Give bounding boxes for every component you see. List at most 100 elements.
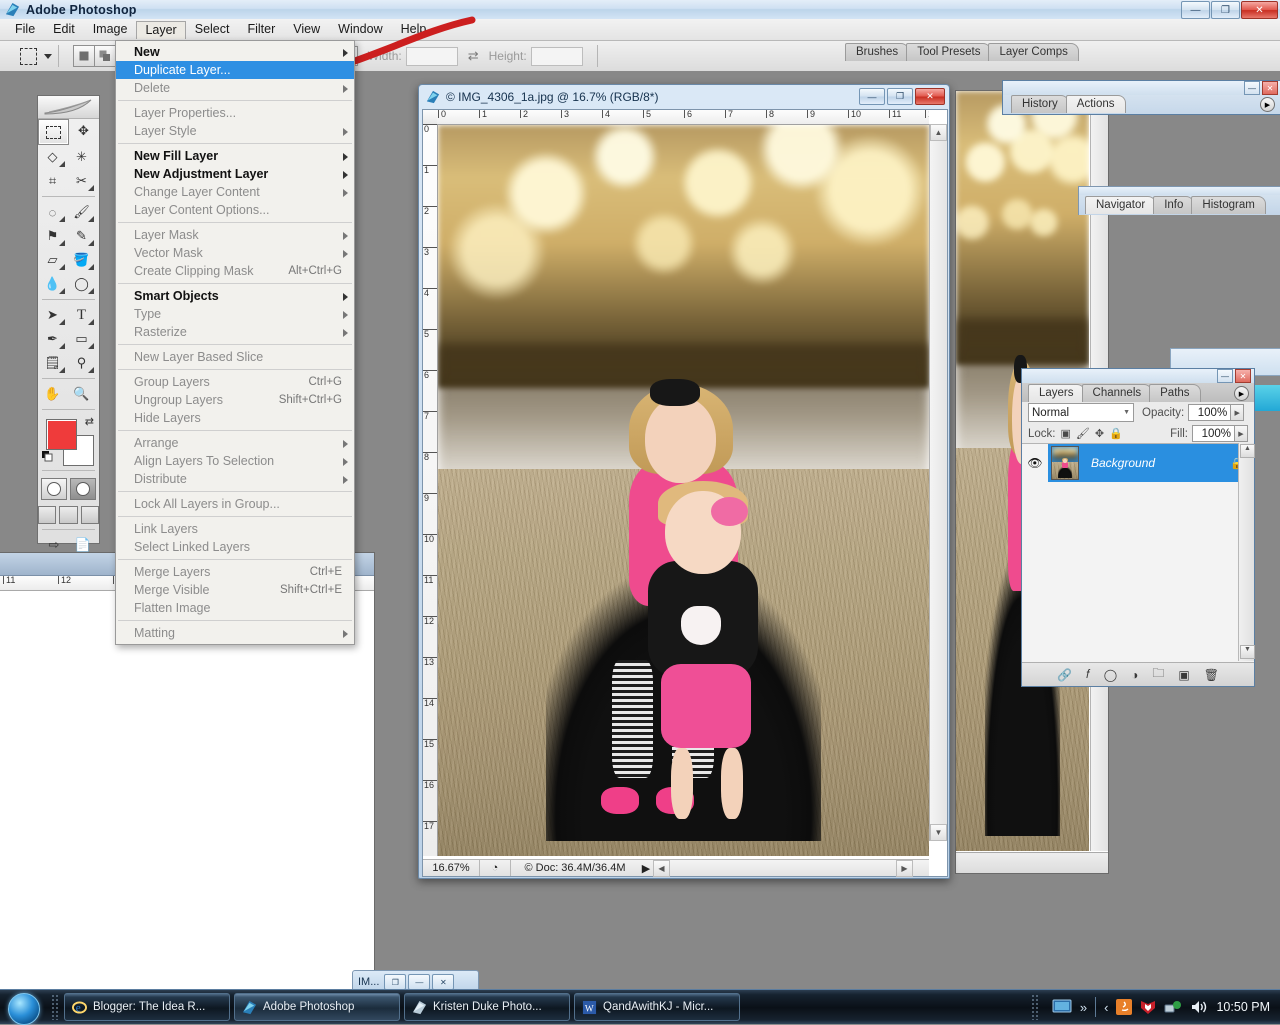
start-orb-icon[interactable]	[2, 992, 46, 1022]
scroll-up-arrow-icon[interactable]: ▲	[930, 124, 947, 141]
notes-icon[interactable]: 🗒	[38, 351, 67, 375]
hand-icon[interactable]: ✋	[38, 382, 67, 406]
taskbar-button-kristen-duke[interactable]: Kristen Duke Photo...	[404, 993, 570, 1021]
blend-mode-select[interactable]: Normal ▼	[1028, 403, 1134, 422]
width-input[interactable]	[406, 47, 458, 66]
layer-name[interactable]: Background	[1079, 456, 1230, 470]
menu-item-distribute[interactable]: Distribute	[116, 470, 354, 488]
scroll-left-arrow-icon[interactable]: ◀	[653, 860, 670, 877]
menu-item-create-clipping-mask[interactable]: Create Clipping Mask Alt+Ctrl+G	[116, 262, 354, 280]
menu-item-hide-layers[interactable]: Hide Layers	[116, 409, 354, 427]
tab-layer-comps[interactable]: Layer Comps	[988, 43, 1078, 61]
tab-info[interactable]: Info	[1153, 196, 1194, 214]
edit-in-imageready-icon[interactable]: ⇨	[40, 533, 69, 557]
add-to-selection-button[interactable]	[94, 45, 116, 67]
menu-item-flatten-image[interactable]: Flatten Image	[116, 599, 354, 617]
document-titlebar[interactable]: © IMG_4306_1a.jpg @ 16.7% (RGB/8*) — ❐ ✕	[419, 85, 949, 108]
link-layers-icon[interactable]: 🔗	[1057, 668, 1072, 682]
menu-item-layer-content-options[interactable]: Layer Content Options...	[116, 201, 354, 219]
menu-item-align-layers-to-selection[interactable]: Align Layers To Selection	[116, 452, 354, 470]
crop-icon[interactable]: ⌗	[38, 169, 67, 193]
layer-style-icon[interactable]: 𝑓	[1086, 667, 1090, 682]
network-icon[interactable]	[1164, 999, 1182, 1015]
shape-icon[interactable]: ▭	[67, 327, 96, 351]
taskbar-grip[interactable]	[51, 994, 59, 1020]
eyedropper-icon[interactable]: ⚲	[67, 351, 96, 375]
opacity-value[interactable]: 100%	[1188, 404, 1231, 421]
show-desktop-icon[interactable]	[1052, 999, 1072, 1015]
menu-item-duplicate-layer[interactable]: Duplicate Layer...	[116, 61, 354, 79]
history-brush-icon[interactable]: ✎	[67, 224, 96, 248]
rectangular-marquee-icon[interactable]	[20, 48, 37, 65]
tab-history[interactable]: History	[1011, 95, 1069, 113]
image-canvas[interactable]	[438, 125, 929, 856]
status-menu-arrow-icon[interactable]: ▶	[639, 862, 653, 875]
menu-item-type[interactable]: Type	[116, 305, 354, 323]
scroll-up-arrow-icon[interactable]: ▲	[1240, 444, 1255, 458]
tab-paths[interactable]: Paths	[1149, 384, 1200, 402]
menu-item-change-layer-content[interactable]: Change Layer Content	[116, 183, 354, 201]
taskbar-button-blogger[interactable]: e Blogger: The Idea R...	[64, 993, 230, 1021]
scroll-down-arrow-icon[interactable]: ▼	[1240, 645, 1255, 659]
lasso-icon[interactable]: ◇	[38, 145, 67, 169]
minimized-doc-restore-button[interactable]: ❐	[384, 974, 406, 990]
menu-edit[interactable]: Edit	[44, 20, 84, 39]
document-close-button[interactable]: ✕	[915, 88, 945, 105]
menu-view[interactable]: View	[284, 20, 329, 39]
tray-back-icon[interactable]: ‹	[1104, 1000, 1108, 1015]
new-layer-icon[interactable]: ▣	[1178, 668, 1189, 682]
magic-wand-icon[interactable]: ✳	[67, 145, 96, 169]
menu-item-merge-layers[interactable]: Merge Layers Ctrl+E	[116, 563, 354, 581]
delete-layer-icon[interactable]: 🗑	[1204, 668, 1219, 682]
clone-stamp-icon[interactable]: ⚑	[38, 224, 67, 248]
tool-preset-chevron-down-icon[interactable]	[44, 54, 52, 59]
tab-navigator[interactable]: Navigator	[1085, 196, 1156, 214]
ruler-origin-corner[interactable]	[423, 110, 438, 125]
zoom-level-value[interactable]: 16.67%	[423, 860, 480, 876]
layers-panel-close-button[interactable]: ✕	[1235, 369, 1251, 383]
menu-file[interactable]: File	[6, 20, 44, 39]
tab-channels[interactable]: Channels	[1082, 384, 1153, 402]
lock-image-icon[interactable]: 🖌	[1076, 427, 1090, 440]
foreground-color-swatch[interactable]	[46, 419, 77, 450]
jump-to-icon[interactable]: 📄	[69, 533, 98, 557]
fill-stepper[interactable]: ▶	[1235, 425, 1248, 442]
standard-screen-mode-icon[interactable]	[38, 506, 56, 524]
menu-window[interactable]: Window	[329, 20, 391, 39]
opacity-stepper[interactable]: ▶	[1231, 404, 1244, 421]
scroll-right-arrow-icon[interactable]: ▶	[896, 860, 913, 877]
blur-icon[interactable]: 💧	[38, 272, 67, 296]
lock-transparency-icon[interactable]: ▣	[1061, 427, 1071, 440]
menu-item-new-fill-layer[interactable]: New Fill Layer	[116, 147, 354, 165]
menu-item-select-linked-layers[interactable]: Select Linked Layers	[116, 538, 354, 556]
minimized-doc-minimize-button[interactable]: —	[408, 974, 430, 990]
slice-icon[interactable]: ✂	[67, 169, 96, 193]
menu-item-link-layers[interactable]: Link Layers	[116, 520, 354, 538]
full-screen-menubar-mode-icon[interactable]	[59, 506, 77, 524]
app-minimize-button[interactable]: —	[1181, 1, 1210, 19]
layers-panel-menu-icon[interactable]: ▶	[1234, 386, 1249, 401]
height-input[interactable]	[531, 47, 583, 66]
menu-item-layer-style[interactable]: Layer Style	[116, 122, 354, 140]
horizontal-ruler[interactable]: 0 1 2 3 4 5 6 7 8 9 10 11 12	[437, 110, 929, 125]
tab-actions[interactable]: Actions	[1066, 95, 1126, 113]
brush-icon[interactable]: 🖌	[67, 200, 96, 224]
new-selection-button[interactable]	[73, 45, 95, 67]
rectangular-marquee-icon[interactable]	[38, 119, 69, 145]
standard-mask-mode-icon[interactable]	[41, 478, 67, 500]
move-icon[interactable]: ✥	[69, 119, 98, 143]
menu-item-vector-mask[interactable]: Vector Mask	[116, 244, 354, 262]
tab-histogram[interactable]: Histogram	[1191, 196, 1265, 214]
vertical-ruler[interactable]: 0 1 2 3 4 5 6 7 8 9 10 11 12 13 14 15 16…	[423, 124, 438, 856]
quick-mask-mode-icon[interactable]	[70, 478, 96, 500]
toolbox-grip[interactable]	[38, 96, 99, 119]
volume-icon[interactable]	[1190, 999, 1208, 1015]
type-icon[interactable]: T	[67, 303, 96, 327]
document-maximize-button[interactable]: ❐	[887, 88, 913, 105]
tray-grip[interactable]	[1031, 994, 1039, 1020]
scroll-down-arrow-icon[interactable]: ▼	[930, 824, 947, 841]
tab-tool-presets[interactable]: Tool Presets	[906, 43, 991, 61]
dodge-icon[interactable]: ◯	[67, 272, 96, 296]
minimized-doc-close-button[interactable]: ✕	[432, 974, 454, 990]
menu-item-new-adjustment-layer[interactable]: New Adjustment Layer	[116, 165, 354, 183]
